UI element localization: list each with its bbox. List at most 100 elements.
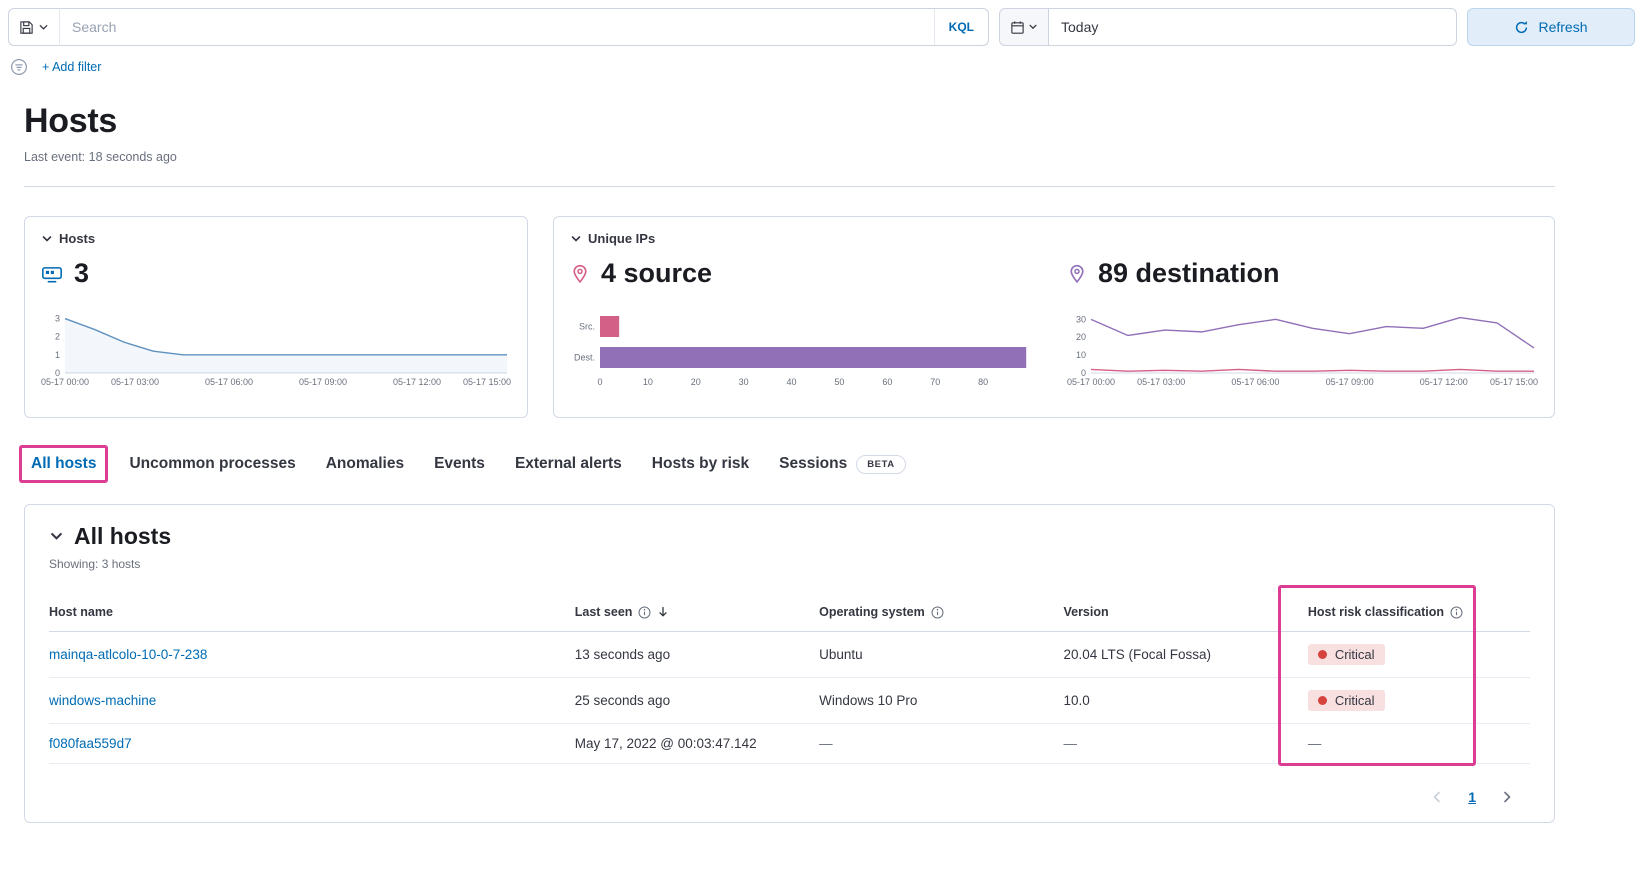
destination-ips-value: 89 destination [1098, 258, 1280, 289]
last-seen-cell: 13 seconds ago [575, 632, 819, 678]
tab-all-hosts[interactable]: All hosts [31, 455, 96, 473]
all-hosts-title: All hosts [74, 523, 171, 550]
risk-label: Critical [1335, 693, 1375, 708]
tab-external-alerts[interactable]: External alerts [515, 455, 622, 473]
svg-text:30: 30 [1076, 314, 1086, 324]
all-hosts-toggle[interactable]: All hosts [49, 523, 171, 550]
table-header-row: Host name Last seen [49, 595, 1530, 632]
unique-ips-grid: 4 source 01020304050607080Src.Dest. 89 d… [570, 246, 1538, 387]
os-cell: Ubuntu [819, 632, 1063, 678]
page-number-1[interactable]: 1 [1468, 789, 1476, 805]
saved-query-menu-button[interactable] [8, 8, 60, 46]
tab-sessions-group: Sessions BETA [779, 455, 906, 474]
svg-text:05-17 15:00: 05-17 15:00 [1490, 377, 1538, 387]
date-range-field[interactable]: Today [1049, 8, 1457, 46]
svg-text:05-17 00:00: 05-17 00:00 [1067, 377, 1115, 387]
svg-text:05-17 09:00: 05-17 09:00 [1326, 377, 1374, 387]
svg-text:60: 60 [882, 377, 892, 387]
hosts-icon [41, 263, 63, 285]
svg-text:05-17 03:00: 05-17 03:00 [111, 377, 159, 387]
all-hosts-table: Host name Last seen [49, 595, 1530, 764]
refresh-label: Refresh [1538, 19, 1587, 35]
svg-text:05-17 09:00: 05-17 09:00 [299, 377, 347, 387]
filter-bar: + Add filter [0, 50, 1643, 88]
column-host-name[interactable]: Host name [49, 595, 575, 632]
annotation-all-hosts-tab: All hosts [19, 445, 108, 483]
sort-descending-icon [657, 606, 669, 618]
next-page-button[interactable] [1498, 788, 1516, 806]
hosts-kpi-panel: Hosts 3 012305-17 00:0005-17 03:0005-17 … [24, 216, 528, 418]
last-seen-cell: May 17, 2022 @ 00:03:47.142 [575, 724, 819, 764]
unique-ips-toggle[interactable]: Unique IPs [570, 231, 655, 246]
svg-text:05-17 06:00: 05-17 06:00 [205, 377, 253, 387]
svg-text:10: 10 [1076, 350, 1086, 360]
info-icon[interactable] [1450, 606, 1463, 619]
refresh-icon [1514, 20, 1529, 35]
risk-badge-critical: Critical [1308, 644, 1385, 665]
filter-options-icon[interactable] [10, 58, 28, 76]
refresh-button[interactable]: Refresh [1467, 8, 1635, 46]
table-row: windows-machine 25 seconds ago Windows 1… [49, 678, 1530, 724]
chevron-down-icon [570, 233, 582, 245]
svg-text:30: 30 [739, 377, 749, 387]
svg-text:05-17 00:00: 05-17 00:00 [41, 377, 89, 387]
svg-text:70: 70 [930, 377, 940, 387]
version-cell: 20.04 LTS (Focal Fossa) [1063, 632, 1307, 678]
column-host-risk[interactable]: Host risk classification [1308, 595, 1530, 632]
tab-anomalies[interactable]: Anomalies [326, 455, 404, 473]
previous-page-button[interactable] [1428, 788, 1446, 806]
search-group: KQL [8, 8, 989, 46]
last-seen-cell: 25 seconds ago [575, 678, 819, 724]
date-quick-select-button[interactable] [999, 8, 1049, 46]
hosts-count-value: 3 [74, 258, 89, 289]
risk-badge-critical: Critical [1308, 690, 1385, 711]
beta-badge: BETA [856, 455, 906, 474]
hosts-panel-toggle[interactable]: Hosts [41, 231, 95, 246]
hosts-panel-title: Hosts [59, 231, 95, 246]
tab-uncommon-processes[interactable]: Uncommon processes [129, 455, 295, 473]
kql-button[interactable]: KQL [934, 9, 988, 45]
pagination: 1 [49, 788, 1530, 806]
saved-query-icon [19, 20, 34, 35]
add-filter-link[interactable]: + Add filter [42, 60, 101, 74]
column-version[interactable]: Version [1063, 595, 1307, 632]
search-input[interactable] [60, 9, 934, 45]
last-event-text: Last event: 18 seconds ago [24, 150, 1555, 164]
risk-dot-icon [1318, 696, 1327, 705]
search-box: KQL [60, 8, 989, 46]
all-hosts-panel: All hosts Showing: 3 hosts Host name Las… [24, 504, 1555, 823]
svg-text:20: 20 [691, 377, 701, 387]
unique-ips-line-chart: 010203005-17 00:0005-17 03:0005-17 06:00… [1067, 309, 1538, 387]
svg-text:20: 20 [1076, 332, 1086, 342]
svg-text:05-17 12:00: 05-17 12:00 [1420, 377, 1468, 387]
tab-sessions[interactable]: Sessions [779, 455, 847, 473]
host-name-link[interactable]: windows-machine [49, 693, 156, 708]
main-content: Hosts Last event: 18 seconds ago Hosts 3 [0, 88, 1643, 823]
tab-hosts-by-risk[interactable]: Hosts by risk [652, 455, 749, 473]
info-icon[interactable] [931, 606, 944, 619]
tab-events[interactable]: Events [434, 455, 485, 473]
svg-text:1: 1 [55, 350, 60, 360]
kpi-row: Hosts 3 012305-17 00:0005-17 03:0005-17 … [24, 216, 1555, 418]
chevron-right-icon [1500, 790, 1514, 804]
host-name-link[interactable]: f080faa559d7 [49, 736, 132, 751]
showing-count: Showing: 3 hosts [49, 557, 1530, 571]
table-row: mainqa-atlcolo-10-0-7-238 13 seconds ago… [49, 632, 1530, 678]
source-ips-stat: 4 source [570, 258, 1041, 289]
column-last-seen-label: Last seen [575, 605, 633, 619]
chevron-down-icon [1028, 22, 1038, 32]
chevron-down-icon [49, 529, 64, 544]
column-os-label: Operating system [819, 605, 925, 619]
destination-ips-column: 89 destination 010203005-17 00:0005-17 0… [1067, 246, 1538, 387]
unique-ips-title: Unique IPs [588, 231, 655, 246]
page-title: Hosts [24, 102, 1555, 141]
table-row: f080faa559d7 May 17, 2022 @ 00:03:47.142… [49, 724, 1530, 764]
info-icon[interactable] [638, 606, 651, 619]
column-last-seen[interactable]: Last seen [575, 595, 819, 632]
hosts-count-chart: 012305-17 00:0005-17 03:0005-17 06:0005-… [41, 309, 511, 387]
host-name-link[interactable]: mainqa-atlcolo-10-0-7-238 [49, 647, 207, 662]
svg-text:50: 50 [834, 377, 844, 387]
column-operating-system[interactable]: Operating system [819, 595, 1063, 632]
unique-ips-bar-chart: 01020304050607080Src.Dest. [570, 309, 1041, 387]
all-hosts-table-wrap: Host name Last seen [49, 595, 1530, 764]
